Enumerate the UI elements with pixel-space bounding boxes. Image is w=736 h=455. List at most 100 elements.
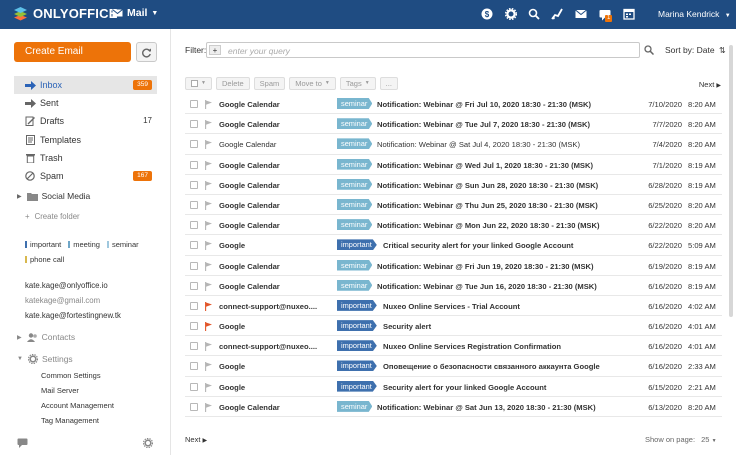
user-menu[interactable]: Marina Kendrick ▼ [658,9,731,19]
mail-icon[interactable] [575,8,587,20]
tag-label[interactable]: seminar [337,259,373,271]
chat-notifications[interactable]: 1 [599,8,613,26]
row-checkbox[interactable] [190,200,198,209]
scrollbar[interactable] [729,45,733,317]
flag-icon[interactable] [205,241,212,252]
table-row[interactable]: connect-support@nuxeo.... important Nuxeo … [185,296,722,317]
tag-label[interactable]: important [337,380,377,392]
row-checkbox[interactable] [190,261,198,270]
chat-icon[interactable] [17,438,28,448]
row-checkbox[interactable] [190,362,198,371]
flag-icon[interactable] [205,200,212,212]
tag-label[interactable]: seminar [337,118,373,130]
flag-icon[interactable] [205,281,212,293]
flag-icon[interactable] [205,301,212,313]
tag-label[interactable]: seminar [337,400,373,412]
tag-important[interactable]: important [25,240,61,249]
row-checkbox[interactable] [190,301,198,310]
row-checkbox[interactable] [190,241,198,250]
tag-label[interactable]: seminar [337,178,373,190]
select-all-checkbox[interactable]: ▼ [185,77,212,90]
search-icon[interactable] [528,8,540,20]
calendar-icon[interactable] [623,8,635,20]
settings-account-management[interactable]: Account Management [41,401,114,410]
table-row[interactable]: Google Calendar seminar Notification: Webi… [185,94,722,115]
table-row[interactable]: Google important Critical security alert f… [185,235,722,256]
row-checkbox[interactable] [190,281,198,290]
row-checkbox[interactable] [190,382,198,391]
row-checkbox[interactable] [190,160,198,169]
account-item[interactable]: kate.kage@fortestingnew.tk [25,311,121,320]
flag-icon[interactable] [205,100,212,111]
account-item[interactable]: katekage@gmail.com [25,296,100,305]
tag-meeting[interactable]: meeting [68,240,100,249]
flag-icon[interactable] [205,362,212,373]
flag-icon[interactable] [205,402,212,414]
row-checkbox[interactable] [190,221,198,230]
more-button[interactable]: ... [379,77,398,90]
table-row[interactable]: Google important Security alert for your l… [185,377,722,397]
tag-label[interactable]: important [337,360,377,372]
flag-icon[interactable] [205,382,212,394]
table-row[interactable]: Google Calendar seminar Notification: Webi… [185,114,722,135]
row-checkbox[interactable] [190,100,198,108]
refresh-button[interactable] [136,42,157,62]
next-page-link[interactable]: Next ▶ [185,435,207,444]
tag-label[interactable]: seminar [337,279,373,291]
folder-templates[interactable]: Templates [14,131,157,149]
flag-icon[interactable] [205,180,212,192]
folder-spam[interactable]: Spam 167 [14,167,157,185]
folder-trash[interactable]: Trash [14,149,157,167]
row-checkbox[interactable] [190,402,198,411]
onlyoffice-logo[interactable]: ONLYOFFICE [13,6,118,21]
flag-icon[interactable] [205,261,212,273]
settings-mail-server[interactable]: Mail Server [41,386,79,395]
tags-button[interactable]: Tags ▼ [339,77,376,90]
tag-label[interactable]: seminar [337,138,373,150]
dollar-icon[interactable]: $ [481,8,493,20]
create-email-button[interactable]: Create Email [14,42,131,62]
table-row[interactable]: Google Calendar seminar Notification: Webi… [185,215,722,236]
add-filter-button[interactable]: + [209,45,221,55]
contacts-section[interactable]: ▶ Contacts [17,332,75,342]
table-row[interactable]: Google Calendar seminar Notification: Webi… [185,397,722,417]
social-media-folder[interactable]: ▶ Social Media [17,191,90,201]
settings-section[interactable]: ▼ Settings [17,354,73,364]
table-row[interactable]: Google Calendar seminar Notification: Webi… [185,256,722,276]
row-checkbox[interactable] [190,342,198,351]
tag-phone-call[interactable]: phone call [25,255,64,264]
search-icon[interactable] [644,45,654,55]
folder-drafts[interactable]: Drafts 17 [14,112,157,130]
flag-icon[interactable] [205,160,212,172]
tag-label[interactable]: important [337,239,377,251]
tag-label[interactable]: seminar [337,219,373,231]
flag-icon[interactable] [205,322,212,333]
table-row[interactable]: Google Calendar seminar Notification: Webi… [185,134,722,155]
row-checkbox[interactable] [190,120,198,129]
sort-dropdown[interactable]: Sort by: Date ⇅ [665,45,726,55]
delete-button[interactable]: Delete [215,77,250,90]
row-checkbox[interactable] [190,140,198,149]
flag-icon[interactable] [205,140,212,151]
table-row[interactable]: Google Calendar seminar Notification: Webi… [185,276,722,296]
settings-common[interactable]: Common Settings [41,371,101,380]
gear-icon[interactable] [143,438,153,448]
flag-icon[interactable] [205,120,212,131]
feed-icon[interactable] [551,8,563,20]
table-row[interactable]: Google Calendar seminar Notification: Webi… [185,195,722,216]
folder-sent[interactable]: Sent [14,94,157,112]
account-item[interactable]: kate.kage@onlyoffice.io [25,281,108,290]
row-checkbox[interactable] [190,180,198,189]
table-row[interactable]: Google Calendar seminar Notification: Webi… [185,175,722,195]
flag-icon[interactable] [205,221,212,232]
move-to-button[interactable]: Move to ▼ [289,77,336,90]
settings-tag-management[interactable]: Tag Management [41,416,99,425]
tag-label[interactable]: seminar [337,198,373,210]
table-row[interactable]: connect-support@nuxeo.... important Nuxeo … [185,336,722,357]
tag-label[interactable]: important [337,320,377,332]
folder-inbox[interactable]: Inbox 359 [14,76,157,94]
row-checkbox[interactable] [190,322,198,331]
table-row[interactable]: Google Calendar seminar Notification: Webi… [185,155,722,175]
module-switcher[interactable]: Mail ▼ [112,7,158,19]
tag-label[interactable]: seminar [337,98,373,109]
